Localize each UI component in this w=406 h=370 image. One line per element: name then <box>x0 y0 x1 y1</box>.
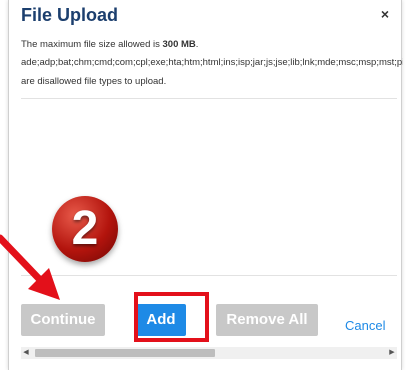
pointer-arrow-icon <box>0 234 60 300</box>
